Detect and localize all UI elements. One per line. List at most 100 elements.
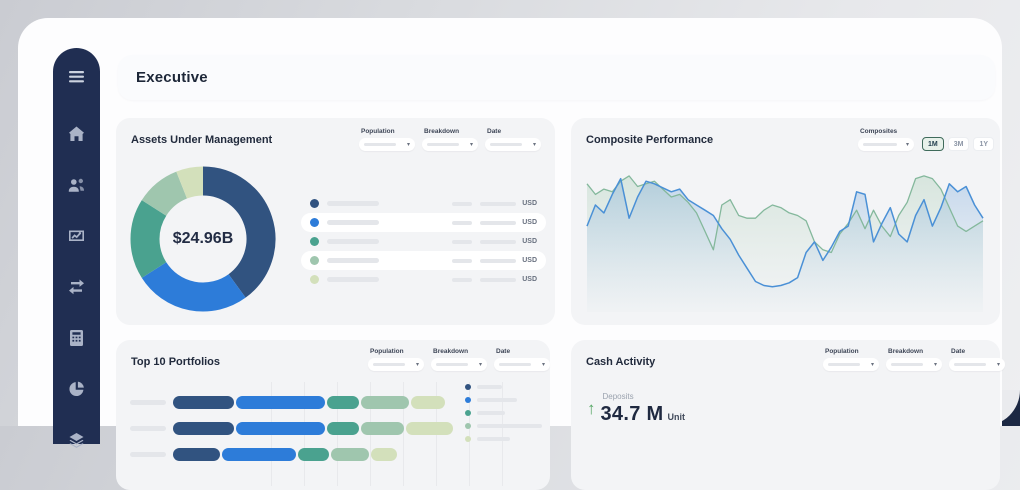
breakdown-select[interactable]: ▾ xyxy=(886,358,942,371)
top10-filters: Population ▾ Breakdown ▾ Date ▾ xyxy=(368,348,550,371)
value-placeholder xyxy=(480,221,516,225)
top10-portfolios-card: Top 10 Portfolios Population▾Breakdown▾D… xyxy=(116,340,550,490)
filter-breakdown: Breakdown▾ xyxy=(886,348,942,371)
aum-legend-row[interactable]: USD xyxy=(301,251,546,270)
currency-label: USD xyxy=(522,200,537,207)
currency-label: USD xyxy=(522,257,537,264)
population-select[interactable]: ▾ xyxy=(823,358,879,371)
population-select[interactable]: ▾ xyxy=(359,138,415,151)
legend-dot xyxy=(310,275,319,284)
composites-select[interactable]: ▾ xyxy=(858,138,914,151)
composite-controls: Composites ▾ 1M 3M1Y xyxy=(858,128,994,151)
aum-filters: Population▾Breakdown▾Date▾ xyxy=(359,128,541,151)
users-icon[interactable] xyxy=(67,174,87,194)
top10-legend-item xyxy=(465,423,542,429)
transfers-icon[interactable] xyxy=(67,276,87,296)
portfolio-bar-row[interactable] xyxy=(130,448,454,461)
legend-name-placeholder xyxy=(327,277,379,282)
filter-population: Population ▾ xyxy=(359,128,415,151)
layers-icon[interactable] xyxy=(67,429,87,449)
select-placeholder xyxy=(490,143,522,147)
select-placeholder xyxy=(863,143,897,147)
value-placeholder xyxy=(452,278,472,282)
range-button-1y[interactable]: 1Y xyxy=(973,137,994,151)
breakdown-select[interactable]: ▾ xyxy=(422,138,478,151)
legend-name-placeholder xyxy=(477,437,510,441)
card-title: Cash Activity xyxy=(586,356,655,368)
filter-population: Population▾ xyxy=(823,348,879,371)
chevron-down-icon: ▾ xyxy=(416,362,419,368)
top10-legend-item xyxy=(465,410,542,416)
performance-chart-icon[interactable] xyxy=(67,225,87,245)
legend-dot xyxy=(465,436,471,442)
app-container: Executive Assets Under Management Popula… xyxy=(18,18,1002,426)
card-title: Composite Performance xyxy=(586,134,713,146)
range-button-1m[interactable]: 1M xyxy=(922,137,944,151)
legend-name-placeholder xyxy=(477,424,542,428)
aum-legend: USD USD USD USD USD xyxy=(301,194,546,289)
bar-segment-5 xyxy=(411,396,445,409)
select-placeholder xyxy=(828,363,860,367)
card-title: Top 10 Portfolios xyxy=(131,356,220,368)
filter-label: Population xyxy=(361,128,415,135)
bar-segment-5 xyxy=(406,422,453,435)
filter-label: Population xyxy=(370,348,424,355)
chevron-down-icon: ▾ xyxy=(871,362,874,368)
currency-label: USD xyxy=(522,276,537,283)
portfolio-bar-row[interactable] xyxy=(130,422,454,435)
bar-segment-1 xyxy=(173,448,220,461)
legend-dot xyxy=(310,256,319,265)
portfolio-name-placeholder xyxy=(130,400,166,405)
portfolio-bar-row[interactable] xyxy=(130,396,454,409)
pie-chart-icon[interactable] xyxy=(67,378,87,398)
top10-legend-item xyxy=(465,397,542,403)
cash-activity-card: Cash Activity Population▾Breakdown▾Date▾… xyxy=(571,340,1000,490)
select-placeholder xyxy=(499,363,531,367)
legend-dot xyxy=(465,423,471,429)
population-select[interactable]: ▾ xyxy=(368,358,424,371)
aum-legend-row[interactable]: USD xyxy=(301,213,546,232)
value-placeholder xyxy=(480,278,516,282)
assets-under-management-card: Assets Under Management Population▾Break… xyxy=(116,118,555,325)
filter-population: Population ▾ xyxy=(368,348,424,371)
deposits-metric: ↑ Deposits 34.7 M Unit xyxy=(587,392,685,426)
chevron-down-icon: ▾ xyxy=(997,362,1000,368)
aum-legend-row[interactable]: USD xyxy=(301,232,546,251)
filter-date: Date ▾ xyxy=(494,348,550,371)
currency-label: USD xyxy=(522,219,537,226)
cash-filters: Population▾ Breakdown▾ Date▾ xyxy=(823,348,1005,371)
breakdown-select[interactable]: ▾ xyxy=(431,358,487,371)
home-icon[interactable] xyxy=(67,123,87,143)
filter-date: Date▾ xyxy=(949,348,1005,371)
metric-value: 34.7 M xyxy=(601,403,664,426)
range-button-3m[interactable]: 3M xyxy=(948,137,970,151)
date-select[interactable]: ▾ xyxy=(949,358,1005,371)
range-button-group: 1M 3M1Y xyxy=(922,137,994,151)
aum-legend-row[interactable]: USD xyxy=(301,194,546,213)
select-placeholder xyxy=(436,363,468,367)
date-select[interactable]: ▾ xyxy=(485,138,541,151)
chevron-down-icon: ▾ xyxy=(934,362,937,368)
legend-dot xyxy=(310,218,319,227)
value-placeholder xyxy=(480,202,516,206)
chevron-down-icon: ▾ xyxy=(906,142,909,148)
composite-performance-card: Composite Performance Composites ▾ 1M 3M1… xyxy=(571,118,1000,325)
legend-name-placeholder xyxy=(477,398,517,402)
filter-label: Breakdown xyxy=(433,348,487,355)
top10-legend-item xyxy=(465,436,542,442)
chevron-down-icon: ▾ xyxy=(470,142,473,148)
aum-legend-row[interactable]: USD xyxy=(301,270,546,289)
sidebar xyxy=(53,48,100,444)
filter-label: Breakdown xyxy=(424,128,478,135)
filter-label: Date xyxy=(496,348,550,355)
menu-icon[interactable] xyxy=(67,66,87,86)
chevron-down-icon: ▾ xyxy=(533,142,536,148)
legend-dot xyxy=(465,397,471,403)
legend-name-placeholder xyxy=(477,385,502,389)
chevron-down-icon: ▾ xyxy=(407,142,410,148)
composite-line-chart xyxy=(585,162,985,317)
bar-segment-2 xyxy=(236,422,325,435)
composites-filter: Composites ▾ xyxy=(858,128,914,151)
date-select[interactable]: ▾ xyxy=(494,358,550,371)
calculator-icon[interactable] xyxy=(67,327,87,347)
